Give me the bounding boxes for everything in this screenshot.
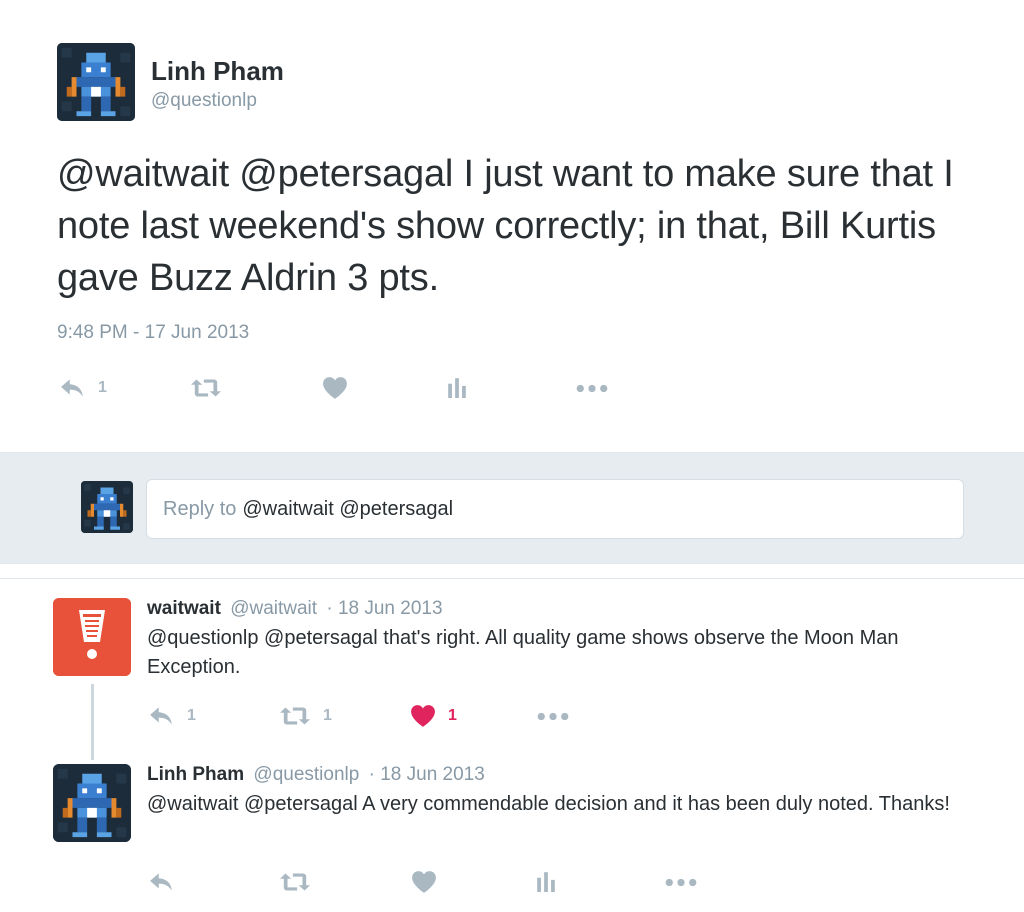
reply-composer-bar: Reply to @waitwait @petersagal (0, 452, 1024, 564)
tweet-actions (147, 867, 747, 897)
own-avatar (81, 481, 133, 533)
more-icon (537, 712, 569, 721)
retweet-button[interactable]: 1 (279, 705, 332, 727)
avatar[interactable] (57, 43, 135, 121)
tweet-text: @questionlp @petersagal that's right. Al… (147, 627, 899, 678)
tweet-timestamp[interactable]: 9:48 PM - 17 Jun 2013 (57, 322, 249, 344)
author-handle[interactable]: @waitwait (230, 598, 317, 619)
heart-icon (411, 705, 435, 727)
author-name[interactable]: Linh Pham (151, 56, 284, 87)
user-avatar-icon (53, 764, 131, 842)
author-name[interactable]: Linh Pham (147, 764, 244, 785)
reply-date[interactable]: · 18 Jun 2013 (326, 598, 442, 619)
author-handle[interactable]: @questionlp (253, 764, 359, 785)
reply-count: 1 (98, 379, 107, 396)
more-button[interactable] (576, 384, 608, 393)
tweet-text: @waitwait @petersagal A very commendable… (147, 793, 950, 815)
reply-icon (149, 871, 175, 893)
thread-line (91, 684, 94, 760)
reply-button[interactable]: 1 (60, 377, 107, 399)
analytics-button[interactable] (446, 376, 468, 398)
main-tweet: Linh Pham @questionlp @waitwait @petersa… (0, 0, 1024, 452)
reply-date[interactable]: · 18 Jun 2013 (369, 764, 485, 785)
waitwait-logo-icon (53, 598, 131, 676)
more-icon (576, 384, 608, 393)
reply-header: waitwait @waitwait · 18 Jun 2013 (147, 598, 443, 620)
tweet-text: @waitwait @petersagal I just want to mak… (57, 153, 954, 299)
analytics-button[interactable] (535, 870, 557, 892)
like-count: 1 (448, 707, 457, 724)
heart-icon (322, 376, 348, 400)
avatar[interactable] (53, 764, 131, 842)
more-button[interactable] (537, 712, 569, 721)
more-button[interactable] (665, 878, 697, 887)
retweet-button[interactable] (279, 871, 311, 893)
retweet-button[interactable] (190, 377, 234, 399)
more-icon (665, 878, 697, 887)
like-button[interactable]: 1 (410, 704, 457, 728)
author-handle[interactable]: @questionlp (151, 90, 257, 112)
tweet-actions: 1 (57, 372, 657, 404)
reply-placeholder: Reply to (163, 497, 237, 520)
heart-icon (411, 870, 437, 894)
reply-input[interactable]: Reply to @waitwait @petersagal (146, 479, 964, 539)
stats-icon (446, 376, 468, 398)
reply-header: Linh Pham @questionlp · 18 Jun 2013 (147, 764, 485, 786)
reply-count: 1 (187, 707, 196, 724)
reply-button[interactable]: 1 (149, 705, 196, 727)
author-name[interactable]: waitwait (147, 598, 221, 619)
tweet-actions: 1 1 1 (147, 701, 747, 731)
like-button[interactable] (411, 870, 437, 894)
reply-button[interactable] (149, 871, 175, 893)
stats-icon (535, 870, 557, 892)
user-avatar-icon (57, 43, 135, 121)
reply-icon (149, 705, 175, 727)
retweet-icon (190, 377, 222, 399)
retweet-icon (279, 871, 311, 893)
like-button[interactable] (322, 376, 360, 400)
retweet-count: 1 (323, 707, 332, 724)
avatar[interactable] (53, 598, 131, 676)
reply-icon (60, 377, 86, 399)
reply-mentions: @waitwait @petersagal (242, 497, 454, 520)
retweet-icon (279, 705, 311, 727)
divider (0, 578, 1024, 579)
user-avatar-icon (81, 481, 133, 533)
